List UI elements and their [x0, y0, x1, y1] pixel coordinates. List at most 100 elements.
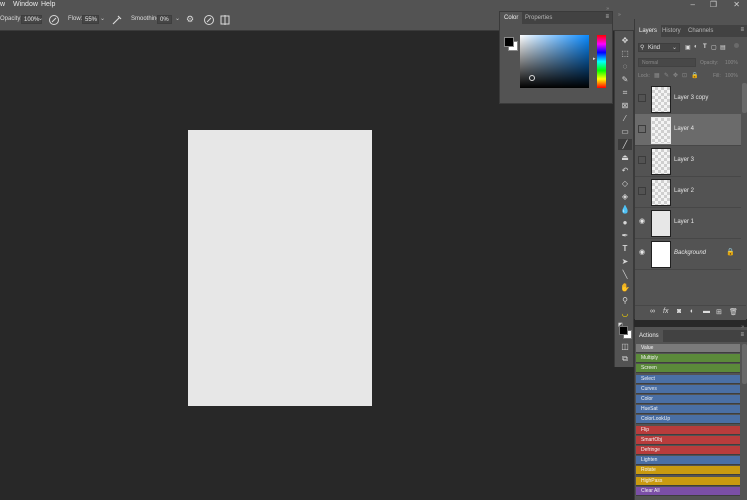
lock-all-icon[interactable]: 🔒 — [691, 72, 698, 79]
opacity-dropdown-icon[interactable]: ⌄ — [38, 15, 43, 22]
lock-artboard-icon[interactable]: ⊡ — [682, 72, 687, 79]
tab-actions[interactable]: Actions — [635, 330, 663, 342]
filter-smart-icon[interactable]: ▤ — [720, 44, 726, 51]
menu-item-view[interactable]: w — [0, 1, 5, 8]
folder-icon[interactable]: ▬ — [703, 308, 710, 315]
action-item[interactable]: Value — [636, 344, 740, 353]
link-icon[interactable]: ∞ — [650, 308, 655, 315]
action-item[interactable]: Lighten — [636, 456, 740, 466]
tab-history[interactable]: History — [658, 25, 685, 37]
action-item[interactable]: Multiply — [636, 354, 740, 364]
document-canvas[interactable] — [188, 130, 372, 406]
tab-color[interactable]: Color — [500, 12, 523, 24]
filter-shape-icon[interactable]: ▢ — [711, 44, 717, 51]
collapse-actions-icon[interactable]: » — [741, 324, 744, 330]
banana-icon[interactable]: ◡ — [618, 308, 632, 319]
collapse-tools-icon[interactable]: » — [618, 12, 621, 18]
tool-foreground-swatch[interactable] — [619, 326, 628, 335]
trash-icon[interactable]: 🗑 — [729, 308, 738, 316]
line-icon[interactable]: ╲ — [618, 269, 632, 280]
action-item[interactable]: Rotate — [636, 466, 740, 476]
action-item[interactable]: Defringe — [636, 446, 740, 455]
layer-row-layer-1[interactable]: ◉ Layer 1 — [635, 207, 741, 239]
color-picker-cursor[interactable] — [529, 75, 535, 81]
history-brush-icon[interactable]: ↶ — [618, 165, 632, 176]
action-item[interactable]: Screen — [636, 364, 740, 374]
visibility-toggle[interactable] — [638, 187, 646, 195]
visibility-toggle[interactable] — [638, 94, 646, 102]
eraser-icon[interactable]: ◇ — [618, 178, 632, 189]
filter-toggle[interactable] — [734, 43, 739, 48]
eye-icon[interactable]: ◉ — [638, 218, 646, 226]
airbrush-icon[interactable] — [111, 14, 123, 26]
dodge-icon[interactable]: ● — [618, 217, 632, 228]
gear-icon[interactable]: ⚙ — [186, 14, 194, 25]
blend-mode-select[interactable]: Normal — [638, 58, 696, 67]
quick-select-icon[interactable]: ✎ — [618, 74, 632, 85]
hand-icon[interactable]: ✋ — [618, 282, 632, 293]
layer-row-layer-3[interactable]: Layer 3 — [635, 145, 741, 177]
pen-icon[interactable]: ✒ — [618, 230, 632, 241]
mask-icon[interactable]: ◙ — [677, 308, 681, 315]
menu-item-window[interactable]: Window — [13, 1, 38, 8]
filter-pixel-icon[interactable]: ▣ — [685, 44, 691, 51]
layers-menu-icon[interactable]: ≡ — [740, 27, 744, 33]
action-item[interactable]: Flip — [636, 425, 740, 435]
visibility-toggle[interactable] — [638, 125, 646, 133]
fx-icon[interactable]: fx — [663, 308, 668, 315]
layer-opacity-value[interactable]: 100% — [725, 60, 738, 66]
minimize-button[interactable]: – — [691, 0, 695, 9]
smoothing-field[interactable]: 0% — [157, 15, 172, 24]
brush-icon[interactable]: ╱ — [618, 139, 632, 150]
eye-icon[interactable]: ◉ — [638, 249, 646, 257]
pressure-opacity-icon[interactable] — [48, 14, 60, 26]
filter-adjust-icon[interactable]: ◐ — [694, 44, 698, 50]
type-icon[interactable]: T — [618, 243, 632, 254]
hue-slider[interactable] — [597, 35, 606, 88]
crop-icon[interactable]: ⌗ — [618, 87, 632, 98]
action-item[interactable]: Curves — [636, 384, 740, 394]
action-item[interactable]: Clear All — [636, 486, 740, 496]
layers-scrollbar[interactable] — [742, 83, 747, 113]
layer-row-layer-2[interactable]: Layer 2 — [635, 176, 741, 208]
panel-menu-icon[interactable]: ≡ — [605, 14, 609, 20]
lock-pixels-icon[interactable]: ✎ — [664, 72, 669, 79]
lasso-icon[interactable]: ◌ — [618, 61, 632, 72]
move-icon[interactable]: ✥ — [618, 35, 632, 46]
tab-properties[interactable]: Properties — [521, 12, 556, 24]
hue-slider-handle-icon[interactable]: ▸ — [593, 56, 596, 62]
blur-icon[interactable]: 💧 — [618, 204, 632, 215]
actions-menu-icon[interactable]: ≡ — [740, 332, 744, 338]
paint-bucket-icon[interactable]: ◈ — [618, 191, 632, 202]
eyedropper-icon[interactable]: ⁄ — [618, 113, 632, 124]
layer-row-background[interactable]: ◉ Background 🔒 — [635, 238, 741, 270]
flow-field[interactable]: 55% — [82, 15, 99, 24]
action-item[interactable]: SmartObj — [636, 435, 740, 445]
tab-channels[interactable]: Channels — [684, 25, 717, 37]
lock-transparent-icon[interactable]: ▦ — [654, 72, 660, 79]
action-item[interactable]: HueSat — [636, 405, 740, 415]
color-field[interactable] — [520, 35, 589, 88]
action-item[interactable]: Select — [636, 374, 740, 384]
quick-mask-icon[interactable]: ◫ — [618, 341, 632, 352]
marquee-icon[interactable]: ⬚ — [618, 48, 632, 59]
close-button[interactable]: ✕ — [733, 0, 740, 9]
smoothing-dropdown-icon[interactable]: ⌄ — [175, 15, 180, 22]
actions-scrollbar[interactable] — [742, 344, 747, 384]
action-item[interactable]: ColorLookUp — [636, 415, 740, 425]
action-item[interactable]: HighPass — [636, 476, 740, 486]
clone-stamp-icon[interactable]: ⏏ — [618, 152, 632, 163]
flow-dropdown-icon[interactable]: ⌄ — [100, 15, 105, 22]
symmetry-icon[interactable] — [219, 14, 231, 26]
pressure-size-icon[interactable] — [203, 14, 215, 26]
path-select-icon[interactable]: ➤ — [618, 256, 632, 267]
healing-icon[interactable]: ▭ — [618, 126, 632, 137]
visibility-toggle[interactable] — [638, 156, 646, 164]
restore-button[interactable]: ❐ — [710, 0, 717, 9]
foreground-swatch[interactable] — [504, 37, 514, 47]
layer-row-layer-3-copy[interactable]: Layer 3 copy — [635, 83, 741, 115]
layer-row-layer-4[interactable]: Layer 4 — [635, 114, 741, 146]
fill-value[interactable]: 100% — [725, 73, 738, 79]
zoom-icon[interactable]: ⚲ — [618, 295, 632, 306]
screen-mode-icon[interactable]: ⧉ — [618, 353, 632, 364]
